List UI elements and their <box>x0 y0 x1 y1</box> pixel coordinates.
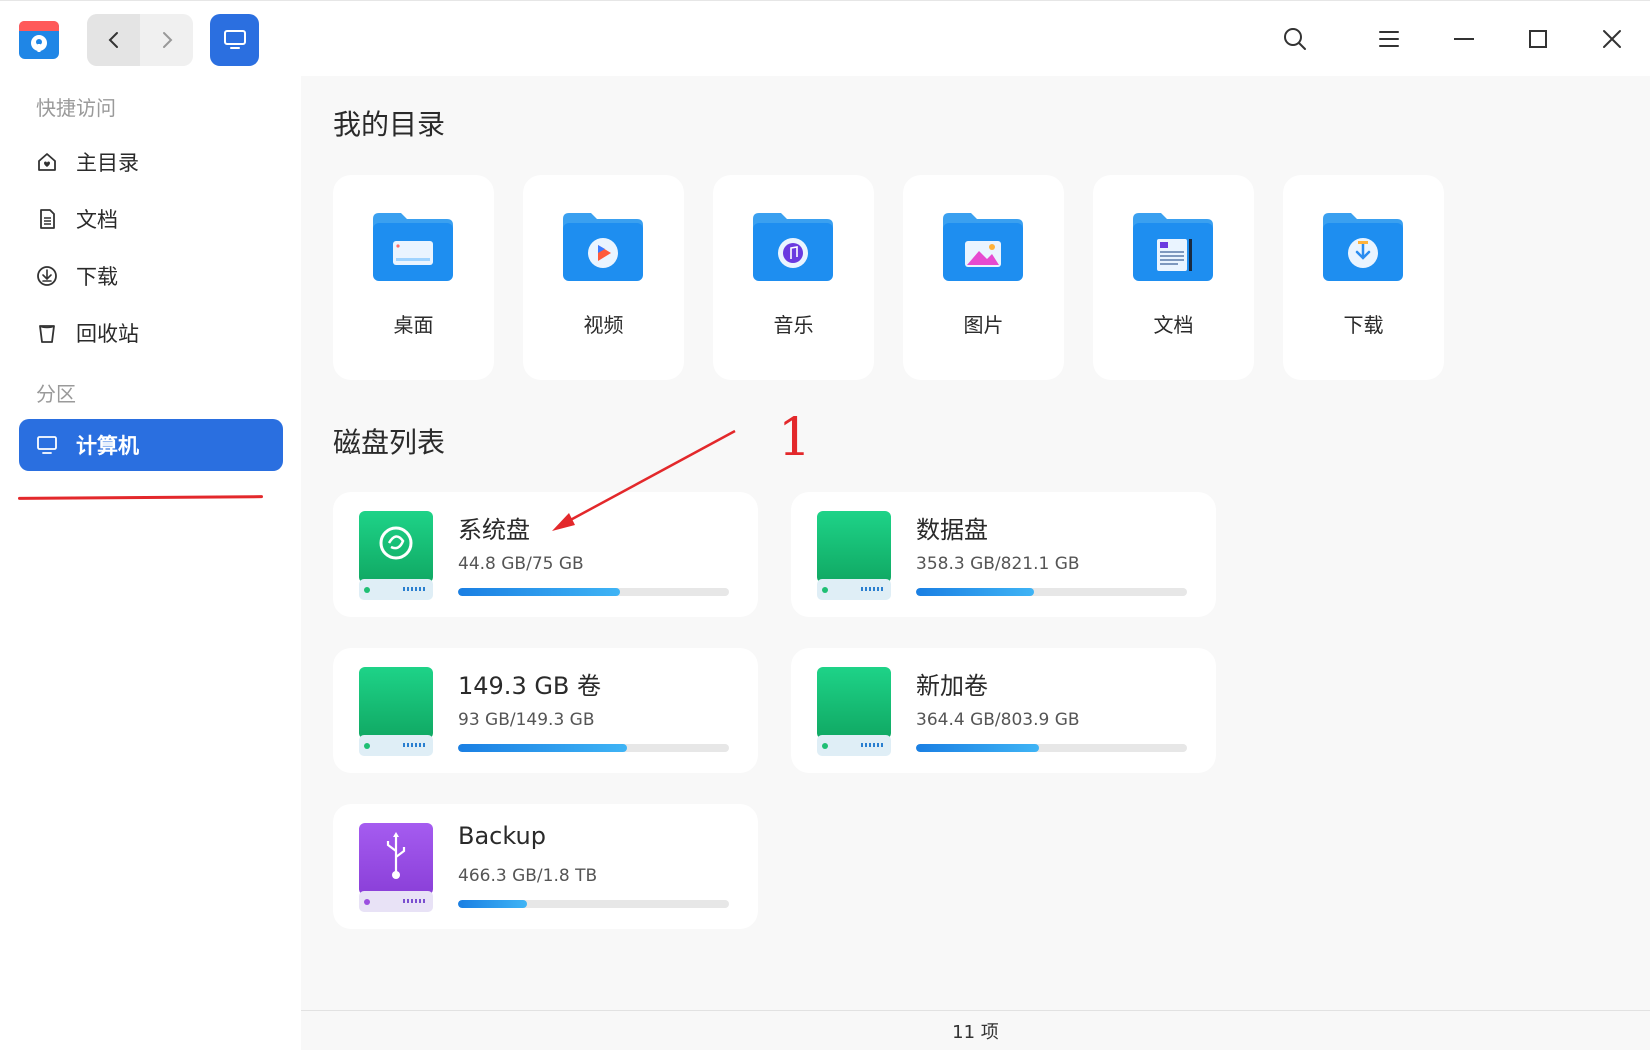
disk-usage: 364.4 GB/803.9 GB <box>916 710 1080 730</box>
quick-access-heading: 快捷访问 <box>36 96 116 120</box>
title-bar <box>0 0 1650 76</box>
directory-label: 音乐 <box>773 313 814 337</box>
directory-card-desktop[interactable]: 桌面 <box>333 175 494 380</box>
directory-card-videos[interactable]: 视频 <box>523 175 684 380</box>
disk-usage: 93 GB/149.3 GB <box>458 710 595 730</box>
directory-label: 下载 <box>1343 313 1384 337</box>
sidebar: 快捷访问 主目录 文档 下载 回收站 分区 计算机 <box>0 76 301 1050</box>
disk-usage-bar <box>916 744 1187 752</box>
disk-name: 149.3 GB 卷 <box>458 672 602 700</box>
computer-icon <box>35 433 59 457</box>
disk-usage-fill <box>916 744 1039 752</box>
sidebar-item-label: 主目录 <box>76 151 139 175</box>
directory-card-music[interactable]: 音乐 <box>713 175 874 380</box>
disk-usage: 466.3 GB/1.8 TB <box>458 866 598 886</box>
disk-card-system[interactable]: 系统盘 44.8 GB/75 GB <box>333 492 758 617</box>
disk-usage: 358.3 GB/821.1 GB <box>916 554 1080 574</box>
disk-card-new-volume[interactable]: 新加卷 364.4 GB/803.9 GB <box>791 648 1216 773</box>
search-button[interactable] <box>1279 23 1311 55</box>
sidebar-item-trash[interactable]: 回收站 <box>19 307 283 359</box>
pictures-folder-icon <box>941 209 1025 283</box>
chevron-left-icon <box>108 32 118 48</box>
maximize-button[interactable] <box>1522 23 1554 55</box>
monitor-icon <box>223 30 246 49</box>
sidebar-item-computer[interactable]: 计算机 <box>19 419 283 471</box>
documents-folder-icon <box>1131 209 1215 283</box>
minimize-button[interactable] <box>1448 23 1480 55</box>
download-icon <box>35 264 59 288</box>
disk-name: Backup <box>458 822 546 850</box>
hard-disk-icon <box>817 511 891 600</box>
disk-usage-bar <box>916 588 1187 596</box>
disk-name: 系统盘 <box>458 516 530 544</box>
navigation-buttons <box>87 14 193 66</box>
sidebar-item-label: 计算机 <box>76 434 139 458</box>
sidebar-item-label: 下载 <box>76 265 118 289</box>
directory-label: 桌面 <box>393 313 434 337</box>
disk-card-backup[interactable]: Backup 466.3 GB/1.8 TB <box>333 804 758 929</box>
downloads-folder-icon <box>1321 209 1405 283</box>
forward-button[interactable] <box>140 14 193 66</box>
minimize-icon <box>1454 38 1474 40</box>
directory-label: 视频 <box>583 313 624 337</box>
sidebar-item-downloads[interactable]: 下载 <box>19 250 283 302</box>
back-button[interactable] <box>87 14 140 66</box>
status-bar: 11 项 <box>301 1010 1650 1050</box>
disk-card-data[interactable]: 数据盘 358.3 GB/821.1 GB <box>791 492 1216 617</box>
disk-usage-fill <box>916 588 1035 596</box>
menu-button[interactable] <box>1373 23 1405 55</box>
computer-view-button[interactable] <box>210 14 259 66</box>
close-button[interactable] <box>1596 23 1628 55</box>
disk-usage-bar <box>458 744 729 752</box>
item-count: 11 项 <box>952 1021 999 1043</box>
disk-name: 数据盘 <box>916 516 988 544</box>
main-content: 我的目录 桌面 视频 音乐 图片 文档 下载 磁盘列表 系统盘 44.8 GB/… <box>301 76 1650 1010</box>
directory-card-documents[interactable]: 文档 <box>1093 175 1254 380</box>
disk-usage-bar <box>458 588 729 596</box>
sidebar-item-label: 回收站 <box>76 322 139 346</box>
maximize-icon <box>1529 30 1547 48</box>
document-icon <box>35 207 59 231</box>
disk-usage-bar <box>458 900 729 908</box>
disk-usage-fill <box>458 744 627 752</box>
my-directories-title: 我的目录 <box>333 108 446 141</box>
directory-label: 图片 <box>963 313 1004 337</box>
home-icon <box>35 150 59 174</box>
file-manager-app-icon <box>18 17 60 61</box>
sidebar-item-documents[interactable]: 文档 <box>19 193 283 245</box>
hamburger-menu-icon <box>1379 31 1399 47</box>
music-folder-icon <box>751 209 835 283</box>
trash-icon <box>35 321 59 345</box>
directory-label: 文档 <box>1153 313 1194 337</box>
system-disk-icon <box>359 511 433 600</box>
disk-list-title: 磁盘列表 <box>333 426 446 459</box>
sidebar-item-home[interactable]: 主目录 <box>19 136 283 188</box>
video-folder-icon <box>561 209 645 283</box>
disk-usage-fill <box>458 588 620 596</box>
chevron-right-icon <box>162 32 172 48</box>
hard-disk-icon <box>359 667 433 756</box>
disk-card-149gb-volume[interactable]: 149.3 GB 卷 93 GB/149.3 GB <box>333 648 758 773</box>
sidebar-item-label: 文档 <box>76 208 118 232</box>
annotation-number: 1 <box>778 408 812 468</box>
disk-name: 新加卷 <box>916 672 988 700</box>
search-icon <box>1284 28 1306 50</box>
disk-usage: 44.8 GB/75 GB <box>458 554 584 574</box>
desktop-folder-icon <box>371 209 455 283</box>
close-icon <box>1603 30 1621 48</box>
directory-card-downloads[interactable]: 下载 <box>1283 175 1444 380</box>
partition-heading: 分区 <box>36 382 76 406</box>
directory-card-pictures[interactable]: 图片 <box>903 175 1064 380</box>
usb-disk-icon <box>359 823 433 912</box>
disk-usage-fill <box>458 900 527 908</box>
hard-disk-icon <box>817 667 891 756</box>
